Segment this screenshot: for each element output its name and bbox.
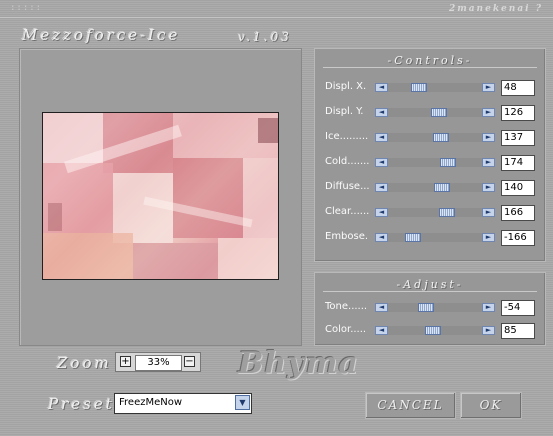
arrow-right-icon[interactable]: ►	[482, 133, 495, 142]
slider-row: Embose. ◄ ► -166	[325, 230, 539, 246]
arrow-right-icon[interactable]: ►	[482, 158, 495, 167]
arrow-left-icon[interactable]: ◄	[375, 133, 388, 142]
slider-value-input[interactable]: 48	[501, 80, 535, 96]
slider-label: Ice.........	[325, 131, 369, 142]
slider-row: Cold....... ◄ ► 174	[325, 155, 539, 171]
slider-label: Diffuse...	[325, 181, 370, 192]
slider-track[interactable]: ◄ ►	[375, 208, 495, 217]
ok-button[interactable]: OK	[460, 392, 522, 419]
slider-track[interactable]: ◄ ►	[375, 183, 495, 192]
adjust-divider	[323, 291, 537, 292]
slider-label: Displ. X.	[325, 81, 367, 92]
slider-thumb[interactable]	[440, 158, 457, 167]
slider-thumb[interactable]	[430, 108, 447, 117]
slider-row: Displ. Y. ◄ ► 126	[325, 105, 539, 121]
arrow-left-icon[interactable]: ◄	[375, 233, 388, 242]
slider-row: Color..... ◄ ► 85	[325, 323, 539, 339]
arrow-right-icon[interactable]: ►	[482, 83, 495, 92]
arrow-right-icon[interactable]: ►	[482, 303, 495, 312]
slider-row: Clear...... ◄ ► 166	[325, 205, 539, 221]
slider-row: Diffuse... ◄ ► 140	[325, 180, 539, 196]
slider-value-input[interactable]: -166	[501, 230, 535, 246]
controls-panel: -Controls- Displ. X. ◄ ► 48 Displ. Y. ◄ ► 126 Ic…	[314, 48, 546, 262]
slider-label: Tone......	[325, 301, 368, 312]
arrow-left-icon[interactable]: ◄	[375, 303, 388, 312]
slider-track[interactable]: ◄ ►	[375, 133, 495, 142]
slider-value-input[interactable]: -54	[501, 300, 535, 316]
slider-thumb[interactable]	[439, 208, 456, 217]
arrow-left-icon[interactable]: ◄	[375, 183, 388, 192]
preset-value: FreezMeNow	[119, 397, 183, 408]
app-title: Mezzoforce-Ice	[22, 26, 181, 44]
slider-value-input[interactable]: 85	[501, 323, 535, 339]
slider-value-input[interactable]: 126	[501, 105, 535, 121]
slider-thumb[interactable]	[411, 83, 428, 92]
controls-divider	[323, 67, 537, 68]
slider-value-input[interactable]: 174	[501, 155, 535, 171]
slider-label: Embose.	[325, 231, 369, 242]
slider-track[interactable]: ◄ ►	[375, 233, 495, 242]
preview-image	[42, 112, 279, 280]
arrow-left-icon[interactable]: ◄	[375, 108, 388, 117]
slider-label: Color.....	[325, 324, 367, 335]
slider-thumb[interactable]	[433, 133, 450, 142]
slider-track[interactable]: ◄ ►	[375, 108, 495, 117]
zoom-control: + 33% −	[115, 352, 201, 372]
brand-text: 2manekenai ?	[448, 4, 543, 14]
slider-label: Displ. Y.	[325, 106, 364, 117]
zoom-out-button[interactable]: −	[184, 356, 195, 367]
arrow-left-icon[interactable]: ◄	[375, 208, 388, 217]
slider-thumb[interactable]	[405, 233, 422, 242]
slider-thumb[interactable]	[434, 183, 451, 192]
header-divider	[0, 17, 553, 18]
chevron-down-icon[interactable]: ▼	[235, 395, 250, 410]
adjust-title: -Adjust-	[396, 278, 464, 291]
slider-label: Clear......	[325, 206, 370, 217]
arrow-left-icon[interactable]: ◄	[375, 326, 388, 335]
slider-value-input[interactable]: 166	[501, 205, 535, 221]
cancel-button[interactable]: CANCEL	[365, 392, 456, 419]
adjust-panel: -Adjust- Tone...... ◄ ► -54 Color..... ◄ ► 85	[314, 272, 546, 346]
slider-row: Ice......... ◄ ► 137	[325, 130, 539, 146]
slider-row: Displ. X. ◄ ► 48	[325, 80, 539, 96]
arrow-right-icon[interactable]: ►	[482, 233, 495, 242]
preset-dropdown[interactable]: FreezMeNow ▼	[114, 393, 252, 414]
arrow-left-icon[interactable]: ◄	[375, 83, 388, 92]
decorative-dots: :::::	[10, 3, 43, 13]
zoom-value[interactable]: 33%	[135, 355, 182, 371]
slider-thumb[interactable]	[417, 303, 434, 312]
slider-track[interactable]: ◄ ►	[375, 303, 495, 312]
slider-value-input[interactable]: 140	[501, 180, 535, 196]
zoom-label: Zoom	[57, 354, 112, 372]
slider-track[interactable]: ◄ ►	[375, 326, 495, 335]
slider-thumb[interactable]	[424, 326, 441, 335]
slider-value-input[interactable]: 137	[501, 130, 535, 146]
arrow-right-icon[interactable]: ►	[482, 326, 495, 335]
plugin-window: ::::: 2manekenai ? Mezzoforce-Ice v.1.03…	[0, 0, 553, 436]
controls-title: -Controls-	[387, 54, 473, 67]
logo-text: Bhyma	[238, 346, 359, 381]
version-label: v.1.03	[238, 30, 292, 44]
arrow-right-icon[interactable]: ►	[482, 208, 495, 217]
arrow-right-icon[interactable]: ►	[482, 108, 495, 117]
arrow-left-icon[interactable]: ◄	[375, 158, 388, 167]
slider-row: Tone...... ◄ ► -54	[325, 300, 539, 316]
arrow-right-icon[interactable]: ►	[482, 183, 495, 192]
zoom-in-button[interactable]: +	[120, 356, 131, 367]
preset-label: Preset	[48, 395, 115, 413]
slider-label: Cold.......	[325, 156, 370, 167]
slider-track[interactable]: ◄ ►	[375, 158, 495, 167]
preview-panel	[19, 48, 302, 346]
slider-track[interactable]: ◄ ►	[375, 83, 495, 92]
